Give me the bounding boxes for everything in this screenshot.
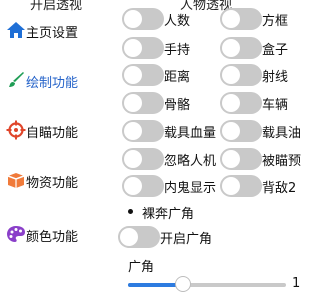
sidebar: 主页设置 绘制功能 自瞄功能 物资功能 颜色功能 <box>0 0 112 296</box>
toggle-row-impostor[interactable]: 内鬼显示 <box>122 175 216 197</box>
toggle-label: 方框 <box>262 13 289 29</box>
toggle-switch[interactable] <box>122 37 164 59</box>
toggle-switch[interactable] <box>220 8 262 30</box>
toggle-label: 背敌2 <box>262 180 297 196</box>
toggle-row-wide-angle[interactable]: 开启广角 <box>118 226 212 248</box>
toggle-switch[interactable] <box>220 64 262 86</box>
toggle-switch[interactable] <box>220 120 262 142</box>
toggle-row-skeleton[interactable]: 骨骼 <box>122 92 190 114</box>
toggle-switch[interactable] <box>122 148 164 170</box>
sidebar-item-supplies[interactable]: 物资功能 <box>0 166 110 196</box>
toggle-label: 骨骼 <box>164 97 191 113</box>
toggle-row-vehicle[interactable]: 车辆 <box>220 92 288 114</box>
toggle-row-box[interactable]: 方框 <box>220 8 288 30</box>
box-icon <box>7 173 25 188</box>
slider-value: 1 <box>292 276 301 291</box>
bullet-dot <box>128 209 133 214</box>
sidebar-item-label: 绘制功能 <box>26 76 79 91</box>
toggle-switch[interactable] <box>122 64 164 86</box>
toggle-label: 载具油 <box>262 125 302 141</box>
toggle-label: 被瞄预 <box>262 153 302 169</box>
sidebar-item-draw[interactable]: 绘制功能 <box>0 66 110 96</box>
fov-slider-thumb[interactable] <box>175 276 191 292</box>
crosshair-icon <box>6 120 26 140</box>
toggle-label: 手持 <box>164 42 191 58</box>
brush-icon <box>9 72 24 87</box>
toggle-switch[interactable] <box>122 120 164 142</box>
toggle-label: 人数 <box>164 13 191 29</box>
sidebar-item-label: 主页设置 <box>26 26 79 41</box>
toggle-switch[interactable] <box>220 92 262 114</box>
toggle-switch[interactable] <box>122 92 164 114</box>
toggle-row-ignore-bots[interactable]: 忽略人机 <box>122 148 216 170</box>
toggle-row-back-enemy[interactable]: 背敌2 <box>220 175 296 197</box>
toggle-row-distance[interactable]: 距离 <box>122 64 190 86</box>
toggle-switch[interactable] <box>220 148 262 170</box>
toggle-label: 距离 <box>164 69 191 85</box>
toggle-row-aimed-warning[interactable]: 被瞄预 <box>220 148 301 170</box>
toggle-switch[interactable] <box>122 8 164 30</box>
toggle-row-held-item[interactable]: 手持 <box>122 37 190 59</box>
sidebar-item-label: 颜色功能 <box>26 230 79 245</box>
toggle-switch[interactable] <box>220 175 262 197</box>
toggle-label: 射线 <box>262 69 289 85</box>
toggle-switch[interactable] <box>118 226 160 248</box>
toggle-row-ray[interactable]: 射线 <box>220 64 288 86</box>
section-title: 裸奔广角 <box>142 207 195 222</box>
fov-slider-track[interactable] <box>128 283 286 287</box>
toggle-switch[interactable] <box>220 37 262 59</box>
toggle-row-vehicle-fuel[interactable]: 载具油 <box>220 120 301 142</box>
toggle-label: 忽略人机 <box>164 153 217 169</box>
toggle-label: 载具血量 <box>164 125 217 141</box>
slider-label: 广角 <box>128 260 155 275</box>
toggle-row-player-count[interactable]: 人数 <box>122 8 190 30</box>
toggle-switch[interactable] <box>122 175 164 197</box>
toggle-label: 内鬼显示 <box>164 180 217 196</box>
sidebar-item-label: 自瞄功能 <box>26 126 79 141</box>
toggle-label: 开启广角 <box>160 231 213 247</box>
toggle-row-crate[interactable]: 盒子 <box>220 37 288 59</box>
home-icon <box>7 22 25 38</box>
toggle-label: 盒子 <box>262 42 289 58</box>
sidebar-item-aim[interactable]: 自瞄功能 <box>0 116 110 146</box>
sidebar-item-home[interactable]: 主页设置 <box>0 16 110 46</box>
sidebar-item-label: 物资功能 <box>26 176 79 191</box>
palette-icon <box>7 226 25 242</box>
sidebar-item-colors[interactable]: 颜色功能 <box>0 220 110 250</box>
toggle-label: 车辆 <box>262 97 289 113</box>
toggle-row-vehicle-health[interactable]: 载具血量 <box>122 120 216 142</box>
